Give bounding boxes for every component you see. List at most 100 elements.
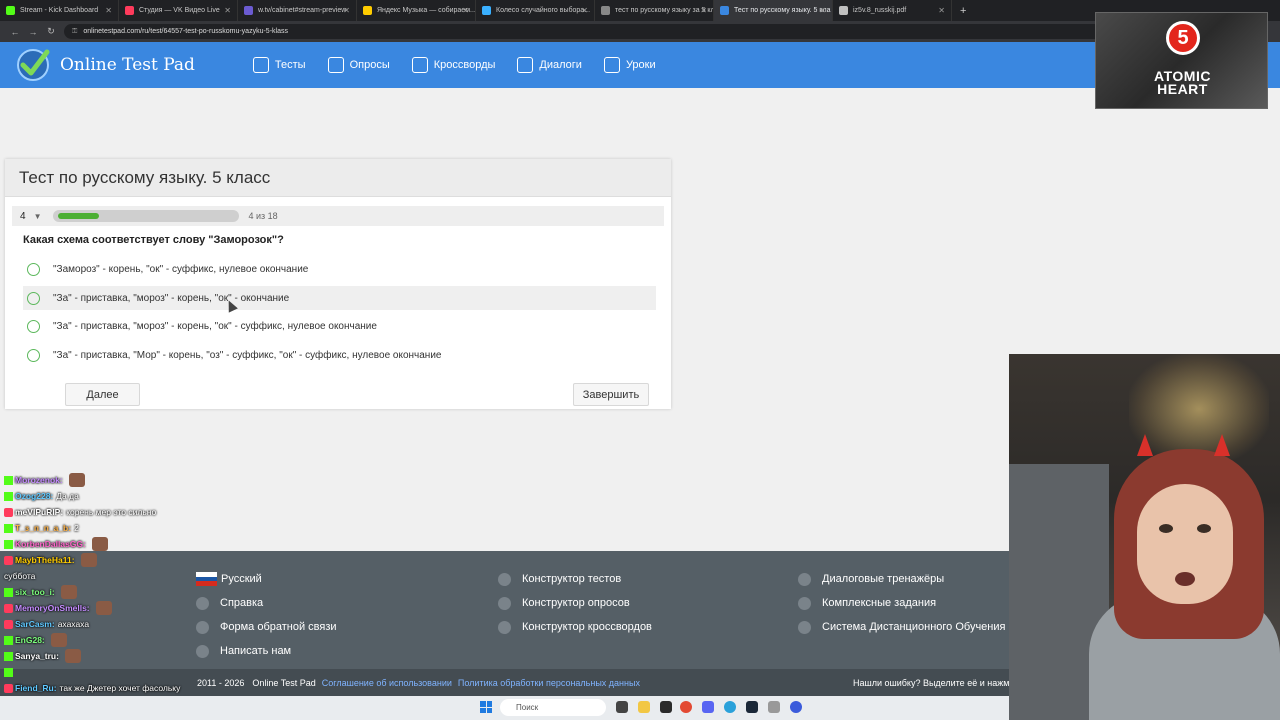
tab-favicon-icon — [482, 6, 491, 15]
url-field[interactable]: ⚿ onlinetestpad.com/ru/test/64557-test-p… — [64, 24, 1104, 39]
app-icon[interactable] — [660, 701, 672, 713]
nav-dialog[interactable]: Диалоги — [517, 57, 582, 73]
close-icon[interactable]: ✕ — [700, 6, 707, 15]
chat-nickname: Ozog228: — [15, 491, 54, 501]
nav-test[interactable]: Тесты — [252, 57, 306, 73]
terms-link[interactable]: Соглашение об использовании — [322, 678, 452, 688]
emote-icon — [50, 633, 67, 647]
close-icon[interactable]: ✕ — [462, 6, 469, 15]
nav-label: Тесты — [274, 59, 306, 71]
logo-check-icon — [14, 46, 52, 84]
footer-link[interactable]: Форма обратной связи — [196, 615, 337, 639]
chat-text: суббота — [4, 571, 36, 581]
windows-start-icon[interactable] — [480, 701, 492, 713]
answer-option[interactable]: "Замороз" - корень, "ок" - суффикс, нуле… — [23, 257, 656, 281]
footer-link[interactable]: Конструктор кроссвордов — [498, 615, 652, 639]
finish-button[interactable]: Завершить — [573, 383, 649, 406]
file-explorer-icon[interactable] — [638, 701, 650, 713]
browser-tab[interactable]: тест по русскому языку за 5 кл ✕ — [595, 0, 714, 21]
eye-left — [1159, 524, 1173, 533]
tab-favicon-icon — [244, 6, 253, 15]
next-button[interactable]: Далее — [65, 383, 140, 406]
privacy-link[interactable]: Политика обработки персональных данных — [458, 678, 640, 688]
chat-message: meVIPuRIP: корень мер это сильно — [4, 504, 204, 520]
footer-link-label: Диалоговые тренажёры — [822, 573, 945, 585]
nav-crossword[interactable]: Кроссворды — [411, 57, 495, 73]
site-logo[interactable]: Online Test Pad — [14, 46, 195, 84]
browser-tab[interactable]: Яндекс Музыка — собираем... ✕ — [357, 0, 476, 21]
task-view-icon[interactable] — [616, 701, 628, 713]
tab-title: Студия — VK Видео Live — [139, 7, 220, 14]
chat-message: Sanya_tru: — [4, 648, 204, 664]
close-icon[interactable]: ✕ — [105, 6, 112, 15]
chat-message: six_too_i: — [4, 584, 204, 600]
footer-link[interactable]: Конструктор тестов — [498, 567, 652, 591]
taskbar-search[interactable]: Поиск — [500, 699, 606, 716]
close-icon[interactable]: ✕ — [581, 6, 588, 15]
chevron-down-icon[interactable]: ▼ — [34, 212, 42, 221]
nav-label: Опросы — [349, 59, 390, 71]
browser-tab[interactable]: Колесо случайного выбора... ✕ — [476, 0, 595, 21]
browser-tab[interactable]: Студия — VK Видео Live ✕ — [119, 0, 238, 21]
footer-link[interactable]: Диалоговые тренажёры — [798, 567, 1005, 591]
close-icon[interactable]: ✕ — [224, 6, 231, 15]
telegram-icon[interactable] — [724, 701, 736, 713]
nav-poll[interactable]: Опросы — [327, 57, 390, 73]
close-icon[interactable]: ✕ — [343, 6, 350, 15]
chat-message: T_з_п_п_а_b: 2 — [4, 520, 204, 536]
emote-icon — [64, 649, 81, 663]
footer-link[interactable]: Система Дистанционного Обучения — [798, 615, 1005, 639]
browser-tab[interactable]: Stream - Kick Dashboard ✕ — [0, 0, 119, 21]
dialog-trainer-icon — [798, 572, 811, 586]
footer-link-label: Конструктор опросов — [522, 597, 630, 609]
lock-app-icon[interactable] — [768, 701, 780, 713]
footer-link[interactable]: Русский — [196, 567, 337, 591]
chrome-icon[interactable] — [680, 701, 692, 713]
browser-tab[interactable]: Тест по русскому языку. 5 кла ✕ — [714, 0, 833, 21]
tab-favicon-icon — [720, 6, 729, 15]
radio-button[interactable] — [27, 319, 40, 333]
kick-badge-icon — [4, 651, 13, 661]
footer-link[interactable]: Комплексные задания — [798, 591, 1005, 615]
test-title: Тест по русскому языку. 5 класс — [5, 159, 671, 197]
browser-address-bar: ← → ↻ ⚿ onlinetestpad.com/ru/test/64557-… — [0, 21, 1280, 42]
steam-icon[interactable] — [746, 701, 758, 713]
forward-icon[interactable]: → — [24, 27, 42, 37]
answer-option[interactable]: "За" - приставка, "Мор" - корень, "оз" -… — [23, 343, 656, 367]
url-text: onlinetestpad.com/ru/test/64557-test-po-… — [83, 28, 288, 35]
tab-favicon-icon — [6, 6, 15, 15]
browser-tab[interactable]: w.tv/cabinet#stream-preview ✕ — [238, 0, 357, 21]
footer-link-label: Комплексные задания — [822, 597, 937, 609]
site-name: Online Test Pad — [60, 55, 195, 75]
nav-lesson[interactable]: Уроки — [603, 57, 656, 73]
radio-button[interactable] — [27, 262, 40, 276]
footer-link[interactable]: Конструктор опросов — [498, 591, 652, 615]
question-number[interactable]: 4 — [20, 211, 26, 222]
discord-icon[interactable] — [702, 701, 714, 713]
close-icon[interactable]: ✕ — [819, 6, 826, 15]
back-icon[interactable]: ← — [6, 27, 24, 37]
poll-icon — [327, 57, 344, 73]
chat-message: KorbenDallasGG: — [4, 536, 204, 552]
messenger-icon[interactable] — [790, 701, 802, 713]
chat-nickname: Morozenok: — [15, 475, 63, 485]
footer-link-label: Форма обратной связи — [220, 621, 337, 633]
radio-button[interactable] — [27, 348, 40, 362]
new-tab-icon[interactable]: + — [960, 5, 966, 17]
chat-nickname: Sanya_tru: — [15, 651, 59, 661]
answer-option[interactable]: "За" - приставка, "мороз" - корень, "ок"… — [23, 314, 656, 338]
answer-option[interactable]: "За" - приставка, "мороз" - корень, "ок"… — [23, 286, 656, 310]
dialog-icon — [517, 57, 534, 73]
vk-badge-icon — [4, 603, 13, 613]
chat-nickname: MemoryOnSmells: — [15, 603, 90, 613]
reload-icon[interactable]: ↻ — [42, 26, 60, 37]
browser-tab[interactable]: iz5v.8_russkij.pdf ✕ — [833, 0, 952, 21]
nav-label: Уроки — [625, 59, 656, 71]
footer-link[interactable]: Написать нам — [196, 639, 337, 663]
answer-text: "За" - приставка, "мороз" - корень, "ок"… — [53, 292, 290, 304]
chat-text: корень мер это сильно — [66, 507, 157, 517]
radio-button[interactable] — [27, 291, 40, 305]
footer-link[interactable]: Справка — [196, 591, 337, 615]
close-icon[interactable]: ✕ — [938, 6, 945, 15]
footer-column-2: Конструктор тестов Конструктор опросов Кон… — [498, 567, 652, 639]
